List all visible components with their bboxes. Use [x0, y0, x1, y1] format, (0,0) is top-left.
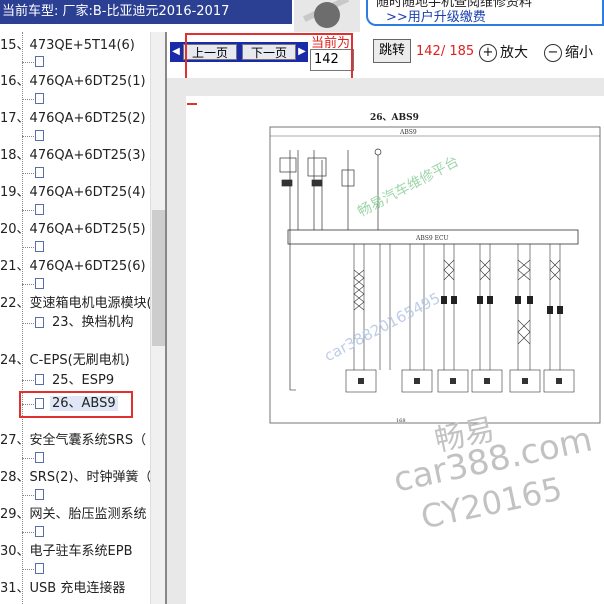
- mascot-figure: [314, 2, 340, 28]
- tree-subitem[interactable]: 25、ESP9: [52, 373, 114, 389]
- tree-item[interactable]: 22、变速箱电机电源模块(: [0, 296, 150, 312]
- jump-button[interactable]: 跳转: [373, 39, 411, 63]
- tree-item-label: 15、473QE+5T14(6): [0, 38, 135, 53]
- red-marker: [187, 103, 197, 105]
- tree-item-label: 30、电子驻车系统EPB: [0, 544, 133, 559]
- tree-item[interactable]: 30、电子驻车系统EPB: [0, 544, 133, 560]
- tree-item-label: 17、476QA+6DT25(2): [0, 111, 146, 126]
- tree-item[interactable]: 28、SRS(2)、时钟弹簧（: [0, 470, 150, 486]
- tree-item-label: 18、476QA+6DT25(3): [0, 148, 146, 163]
- document-icon[interactable]: [35, 241, 44, 252]
- zoom-out-button[interactable]: − 缩小: [544, 42, 593, 64]
- ecu-label: ABS9 ECU: [415, 235, 449, 242]
- zoom-out-icon: −: [544, 44, 562, 62]
- mascot-logo: [294, 0, 360, 32]
- document-icon[interactable]: [35, 278, 44, 289]
- scrollbar-thumb[interactable]: [152, 210, 165, 346]
- zoom-in-icon: +: [479, 44, 497, 62]
- document-icon[interactable]: [35, 167, 44, 178]
- zoom-in-label: 放大: [500, 45, 528, 61]
- document-icon[interactable]: [35, 317, 44, 328]
- tree-item-label: 21、476QA+6DT25(6): [0, 259, 146, 274]
- tree-connector: [22, 210, 34, 211]
- tree-connector: [22, 495, 34, 496]
- diagram-box-label: ABS9: [399, 129, 417, 136]
- top-header: 当前车型: 厂家:B-比亚迪元2016-2017 随时随地手机查阅维修资料 >>…: [0, 0, 604, 32]
- arrow-left-icon[interactable]: ◀: [171, 44, 181, 60]
- tree-connector: [22, 136, 34, 137]
- tree-item[interactable]: 31、USB 充电连接器: [0, 581, 125, 597]
- tree-item-label: 23、换档机构: [52, 315, 134, 330]
- tree-item-label: 22、变速箱电机电源模块(: [0, 296, 150, 311]
- tree-item[interactable]: 24、C-EPS(无刷电机): [0, 353, 130, 369]
- tree-item-label: 29、网关、胎压监测系统: [0, 507, 147, 522]
- document-icon[interactable]: [35, 93, 44, 104]
- document-icon[interactable]: [35, 56, 44, 67]
- document-icon[interactable]: [35, 374, 44, 385]
- tree-item[interactable]: 15、473QE+5T14(6): [0, 38, 135, 54]
- tree-item[interactable]: 21、476QA+6DT25(6): [0, 259, 146, 275]
- zoom-out-label: 缩小: [565, 45, 593, 61]
- tree-item-label: 16、476QA+6DT25(1): [0, 74, 146, 89]
- document-icon[interactable]: [35, 489, 44, 500]
- promo-banner: 随时随地手机查阅维修资料 >>用户升级缴费: [366, 0, 604, 26]
- document-icon[interactable]: [35, 130, 44, 141]
- tree-item[interactable]: 18、476QA+6DT25(3): [0, 148, 146, 164]
- tree-connector: [22, 284, 34, 285]
- tree-connector: [22, 323, 34, 324]
- tree-connector: [22, 458, 34, 459]
- tree-item[interactable]: 20、476QA+6DT25(5): [0, 222, 146, 238]
- tree-item-label: 19、476QA+6DT25(4): [0, 185, 146, 200]
- tree-item-label: 24、C-EPS(无刷电机): [0, 353, 130, 368]
- tree-connector: [22, 569, 34, 570]
- tree-item[interactable]: 19、476QA+6DT25(4): [0, 185, 146, 201]
- document-icon[interactable]: [35, 452, 44, 463]
- selected-item-highlight: [19, 391, 133, 418]
- tree-item-label: 27、安全气囊系统SRS（: [0, 433, 147, 448]
- chapter-tree: 15、473QE+5T14(6) 16、476QA+6DT25(1) 17、47…: [0, 32, 150, 604]
- tree-connector: [22, 380, 34, 381]
- tree-item[interactable]: 29、网关、胎压监测系统: [0, 507, 147, 523]
- page-count: 142/ 185: [416, 44, 475, 59]
- tree-item-label: 20、476QA+6DT25(5): [0, 222, 146, 237]
- sensor-marks: [358, 378, 562, 384]
- tree-connector: [22, 99, 34, 100]
- ecu-outputs: [353, 244, 561, 370]
- tree-connector: [22, 247, 34, 248]
- tree-connector: [22, 62, 34, 63]
- tree-connector: [22, 173, 34, 174]
- tree-subitem[interactable]: 23、换档机构: [52, 315, 134, 331]
- connector-blocks: [441, 296, 563, 314]
- nav-highlight: [185, 33, 353, 83]
- tree-scrollbar[interactable]: [150, 32, 166, 604]
- document-icon[interactable]: [35, 526, 44, 537]
- tree-connector: [22, 532, 34, 533]
- sensor-boxes: [290, 369, 575, 393]
- tree-item-label: 25、ESP9: [52, 373, 115, 388]
- vehicle-title: 当前车型: 厂家:B-比亚迪元2016-2017: [0, 0, 292, 24]
- tree-item-label: 31、USB 充电连接器: [0, 581, 126, 596]
- document-icon[interactable]: [35, 204, 44, 215]
- tree-item[interactable]: 17、476QA+6DT25(2): [0, 111, 146, 127]
- tree-item[interactable]: 16、476QA+6DT25(1): [0, 74, 146, 90]
- tree-item-label: 28、SRS(2)、时钟弹簧（: [0, 470, 150, 485]
- upgrade-link[interactable]: >>用户升级缴费: [386, 6, 486, 25]
- diagram-page-number: 168: [396, 418, 406, 424]
- zoom-in-button[interactable]: + 放大: [479, 42, 528, 64]
- document-icon[interactable]: [35, 563, 44, 574]
- tree-item[interactable]: 27、安全气囊系统SRS（: [0, 433, 146, 449]
